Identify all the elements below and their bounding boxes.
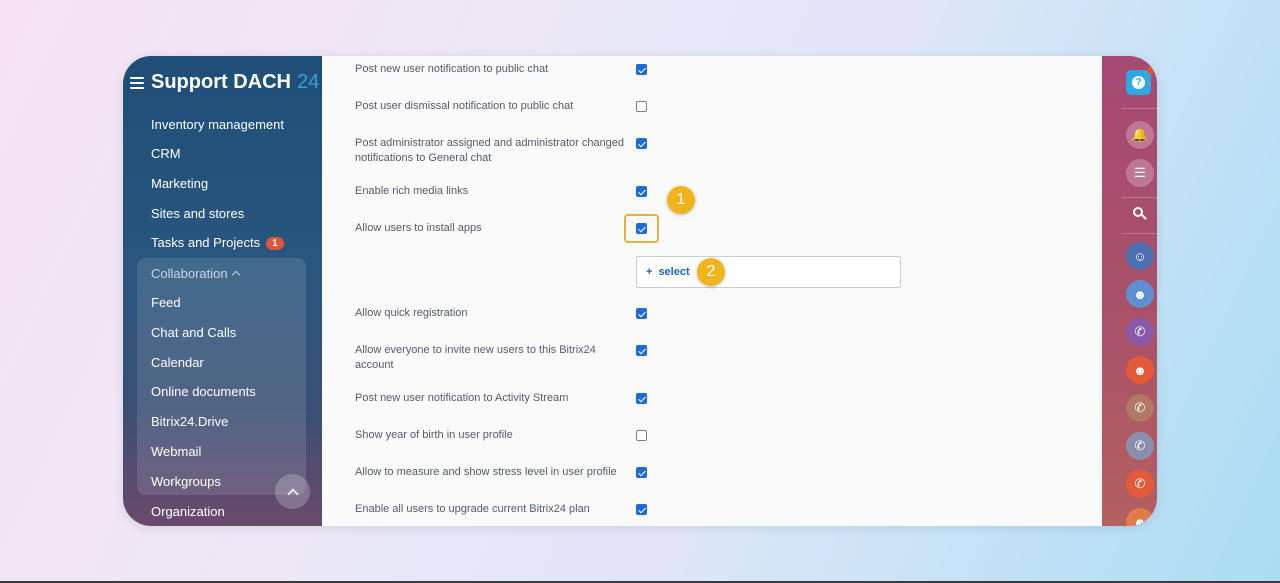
app-window: Support DACH 24 Inventory management CRM… <box>123 56 1157 526</box>
sidebar-item-organization[interactable]: Organization <box>151 504 225 519</box>
menu-icon[interactable] <box>130 76 144 89</box>
plus-icon: + <box>646 266 653 278</box>
sidebar-item-webmail[interactable]: Webmail <box>151 444 201 459</box>
scroll-up-button[interactable] <box>275 474 310 509</box>
setting-label: Allow users to install apps <box>355 222 482 234</box>
chat-icon[interactable]: ☰ <box>1126 159 1154 187</box>
setting-checkbox[interactable] <box>636 504 647 515</box>
bell-icon[interactable]: 🔔 <box>1126 121 1154 149</box>
sidebar-item-chat[interactable]: Chat and Calls <box>151 325 236 340</box>
setting-label: Enable all users to upgrade current Bitr… <box>355 503 590 515</box>
sidebar-item-marketing[interactable]: Marketing <box>151 176 208 191</box>
setting-checkbox[interactable] <box>636 308 647 319</box>
setting-label: Allow to measure and show stress level i… <box>355 466 617 478</box>
tasks-count-badge: 1 <box>266 237 284 250</box>
setting-checkbox[interactable] <box>636 101 647 112</box>
help-button[interactable]: ? <box>1126 67 1154 95</box>
brand: Support DACH 24 <box>130 71 319 94</box>
step-2-badge: 2 <box>697 258 725 286</box>
setting-checkbox[interactable] <box>636 345 647 356</box>
sidebar-item-online-documents[interactable]: Online documents <box>151 384 256 399</box>
sidebar-item-drive[interactable]: Bitrix24.Drive <box>151 414 228 429</box>
select-label: select <box>658 266 690 278</box>
right-toolbar: ? 🔔 ☰ ☺ ☻ ✆ ☻ ✆ ✆ ✆ ☻ <box>1102 56 1157 526</box>
phone-icon[interactable]: ✆ <box>1126 470 1154 498</box>
setting-label: Enable rich media links <box>355 185 469 197</box>
phone-icon[interactable]: ✆ <box>1126 318 1154 346</box>
question-icon: ? <box>1132 76 1145 89</box>
search-icon[interactable] <box>1133 207 1147 221</box>
phone-icon[interactable]: ✆ <box>1126 394 1154 422</box>
sidebar-item-workgroups[interactable]: Workgroups <box>151 474 221 489</box>
sidebar-item-label: Tasks and Projects <box>151 235 261 250</box>
sidebar-item-inventory[interactable]: Inventory management <box>151 117 284 132</box>
sidebar-item-sites[interactable]: Sites and stores <box>151 206 244 221</box>
setting-label: Post new user notification to Activity S… <box>355 392 569 404</box>
setting-checkbox[interactable] <box>636 393 647 404</box>
collaboration-label: Collaboration <box>151 266 228 281</box>
divider <box>1122 108 1157 109</box>
divider <box>1122 233 1157 234</box>
user-clock-icon[interactable]: ☻ <box>1126 280 1154 308</box>
setting-checkbox[interactable] <box>636 138 647 149</box>
checkbox-highlight <box>624 214 659 243</box>
users-icon[interactable]: ☻ <box>1126 508 1154 526</box>
setting-label: Post user dismissal notification to publ… <box>355 100 574 112</box>
setting-checkbox[interactable] <box>636 64 647 75</box>
setting-label: Show year of birth in user profile <box>355 429 513 441</box>
setting-label: Post new user notification to public cha… <box>355 63 549 75</box>
users-icon[interactable]: ☻ <box>1126 356 1154 384</box>
notification-dot <box>1147 67 1154 74</box>
sidebar-item-feed[interactable]: Feed <box>151 295 181 310</box>
sidebar-item-crm[interactable]: CRM <box>151 146 181 161</box>
setting-checkbox[interactable] <box>636 467 647 478</box>
brand-number: 24 <box>296 71 320 93</box>
sidebar-item-tasks[interactable]: Tasks and Projects 1 <box>151 235 284 250</box>
setting-checkbox[interactable] <box>636 186 647 197</box>
left-sidebar: Support DACH 24 Inventory management CRM… <box>123 56 322 526</box>
setting-label: Allow everyone to invite new users to th… <box>355 344 596 371</box>
chevron-up-icon <box>286 487 299 500</box>
group-chat-icon[interactable]: ☺ <box>1126 242 1154 270</box>
phone-icon[interactable]: ✆ <box>1126 432 1154 460</box>
setting-checkbox[interactable] <box>636 430 647 441</box>
settings-panel: Post new user notification to public cha… <box>322 56 1102 526</box>
sidebar-item-calendar[interactable]: Calendar <box>151 355 204 370</box>
step-1-badge: 1 <box>667 186 695 214</box>
setting-label: Allow quick registration <box>355 307 468 319</box>
collaboration-group: Collaboration <box>137 258 306 495</box>
setting-label: Post administrator assigned and administ… <box>355 137 625 164</box>
collaboration-header[interactable]: Collaboration <box>151 266 240 281</box>
divider <box>1122 197 1157 198</box>
chevron-up-icon <box>231 270 240 280</box>
brand-title[interactable]: Support DACH <box>151 71 291 94</box>
select-link[interactable]: + select <box>646 266 690 278</box>
select-users-field[interactable]: + select <box>636 256 901 288</box>
